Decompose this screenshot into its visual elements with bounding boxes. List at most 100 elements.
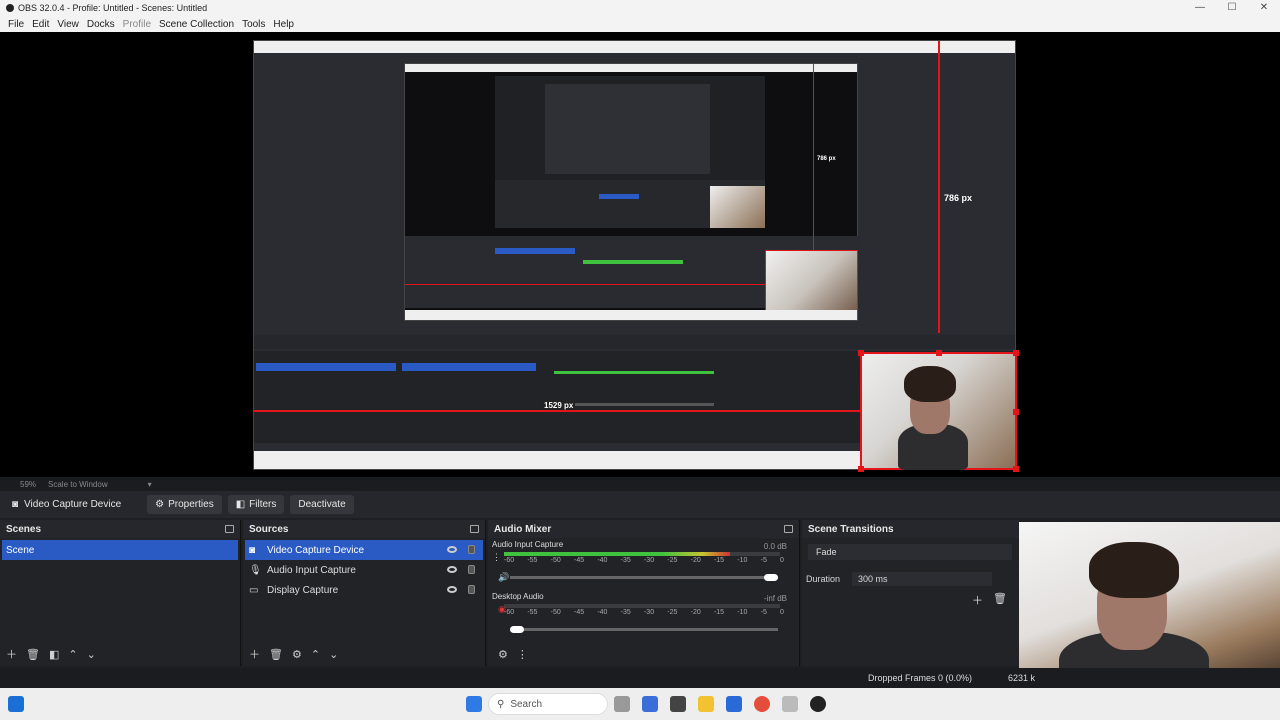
task-view-icon[interactable] xyxy=(614,696,630,712)
move-up-icon[interactable]: ⌃ xyxy=(68,648,77,661)
zoom-dropdown-icon[interactable]: ▾ xyxy=(148,480,152,489)
tick-label: -25 xyxy=(667,557,678,564)
add-icon[interactable]: ＋ xyxy=(6,646,17,662)
minimize-button[interactable]: — xyxy=(1184,0,1216,16)
kebab-icon[interactable]: ⋮ xyxy=(492,552,501,563)
tick-label: -20 xyxy=(690,609,701,616)
audio-mixer-dock: Audio Mixer Audio Input Capture 0.0 dB -… xyxy=(488,520,800,666)
resize-handle[interactable] xyxy=(858,350,864,356)
widgets-icon[interactable] xyxy=(8,696,24,712)
channel-name: Desktop Audio xyxy=(492,592,544,601)
slider-knob[interactable] xyxy=(510,626,524,633)
deactivate-button[interactable]: Deactivate xyxy=(290,495,354,514)
tick-label: 0 xyxy=(780,609,784,616)
copilot-icon[interactable] xyxy=(642,696,658,712)
visibility-icon[interactable] xyxy=(447,586,457,593)
muted-speaker-icon[interactable]: ◉ xyxy=(498,604,506,615)
captured-titlebar xyxy=(254,41,1015,53)
maximize-button[interactable]: ☐ xyxy=(1216,0,1248,16)
properties-button[interactable]: ⚙ Properties xyxy=(147,495,222,514)
camera-icon: ◙ xyxy=(249,544,256,556)
speaker-icon[interactable]: 🔊 xyxy=(498,572,509,583)
channel-db: 0.0 dB xyxy=(763,542,787,551)
resize-handle[interactable] xyxy=(858,466,864,472)
resize-handle[interactable] xyxy=(936,350,942,356)
selected-webcam-source[interactable] xyxy=(858,350,1019,472)
undock-icon[interactable] xyxy=(784,525,793,533)
tick-label: -10 xyxy=(737,609,748,616)
camera-icon: ◙ xyxy=(12,499,19,510)
file-explorer-icon[interactable] xyxy=(698,696,714,712)
zoom-bar: 59% Scale to Window ▾ xyxy=(0,477,1280,491)
gear-icon: ⚙ xyxy=(155,499,165,510)
source-item[interactable]: 🎙 Audio Input Capture xyxy=(245,560,483,580)
undock-icon[interactable] xyxy=(225,525,234,533)
transitions-title: Scene Transitions xyxy=(808,523,894,535)
obs-icon[interactable] xyxy=(810,696,826,712)
menu-profile[interactable]: Profile xyxy=(123,19,151,30)
meter-ticks: -60 -55 -50 -45 -40 -35 -30 -25 -20 -15 -10 -5 0 xyxy=(504,557,784,565)
resize-handle[interactable] xyxy=(1013,466,1019,472)
zoom-mode[interactable]: Scale to Window xyxy=(48,480,108,489)
scene-item[interactable]: Scene xyxy=(2,540,238,560)
sources-dock: Sources ◙ Video Capture Device 🎙 Audio I… xyxy=(243,520,486,666)
move-down-icon[interactable]: ⌄ xyxy=(329,648,338,661)
menu-file[interactable]: File xyxy=(8,19,24,30)
gear-icon[interactable]: ⚙ xyxy=(498,648,508,661)
nested-preview: 786 px xyxy=(404,63,859,321)
menu-docks[interactable]: Docks xyxy=(87,19,115,30)
duration-input[interactable]: 300 ms xyxy=(852,572,993,586)
source-item[interactable]: ◙ Video Capture Device xyxy=(245,540,483,560)
lock-icon[interactable] xyxy=(468,565,475,574)
search-box[interactable]: ⚲ Search xyxy=(488,693,608,715)
volume-slider[interactable] xyxy=(510,626,778,633)
visibility-icon[interactable] xyxy=(447,546,457,553)
tick-label: -30 xyxy=(643,609,655,616)
tick-label: -55 xyxy=(527,609,538,616)
trash-icon[interactable]: 🗑 xyxy=(269,648,283,661)
menu-view[interactable]: View xyxy=(57,19,79,30)
filters-button[interactable]: ◧ Filters xyxy=(227,495,285,514)
transition-select[interactable]: Fade xyxy=(808,544,1012,560)
resize-handle[interactable] xyxy=(1013,350,1019,356)
menu-edit[interactable]: Edit xyxy=(32,19,49,30)
selected-source-label: ◙ Video Capture Device xyxy=(12,499,122,510)
volume-slider[interactable] xyxy=(510,574,778,581)
start-icon[interactable] xyxy=(466,696,482,712)
store-icon[interactable] xyxy=(726,696,742,712)
move-down-icon[interactable]: ⌄ xyxy=(87,648,96,661)
gear-icon[interactable]: ⚙ xyxy=(292,648,302,661)
menu-scene-collection[interactable]: Scene Collection xyxy=(159,19,234,30)
add-icon[interactable]: ＋ xyxy=(249,646,260,662)
tick-label: -45 xyxy=(573,609,585,616)
tick-label: -35 xyxy=(620,557,631,564)
terminal-icon[interactable] xyxy=(670,696,686,712)
app-icon[interactable] xyxy=(782,696,798,712)
tick-label: -60 xyxy=(504,557,515,564)
dropped-frames: Dropped Frames 0 (0.0%) xyxy=(868,673,973,683)
chrome-icon[interactable] xyxy=(754,696,770,712)
bitrate: 6231 k xyxy=(1008,673,1036,683)
lock-icon[interactable] xyxy=(468,585,475,594)
menu-help[interactable]: Help xyxy=(273,19,294,30)
scenes-title: Scenes xyxy=(6,523,42,535)
nested-preview-2 xyxy=(495,76,765,228)
menu-tools[interactable]: Tools xyxy=(242,19,265,30)
audio-channel: Audio Input Capture 0.0 dB -60 -55 -50 -45-… xyxy=(488,538,799,590)
status-bar: Dropped Frames 0 (0.0%) 6231 k xyxy=(0,668,1280,688)
slider-knob[interactable] xyxy=(764,574,778,581)
tick-label: -25 xyxy=(667,609,678,616)
zoom-level[interactable]: 59% xyxy=(20,480,36,489)
undock-icon[interactable] xyxy=(470,525,479,533)
kebab-icon[interactable]: ⋮ xyxy=(517,648,528,661)
source-item[interactable]: ▭ Display Capture xyxy=(245,580,483,600)
add-icon[interactable]: ＋ xyxy=(972,592,983,608)
close-button[interactable]: ✕ xyxy=(1248,0,1280,16)
visibility-icon[interactable] xyxy=(447,566,457,573)
trash-icon[interactable]: 🗑 xyxy=(993,592,1007,608)
trash-icon[interactable]: 🗑 xyxy=(26,648,40,661)
lock-icon[interactable] xyxy=(468,545,475,554)
move-up-icon[interactable]: ⌃ xyxy=(311,648,320,661)
filter-icon[interactable]: ◧ xyxy=(49,648,59,661)
resize-handle[interactable] xyxy=(1013,409,1019,415)
